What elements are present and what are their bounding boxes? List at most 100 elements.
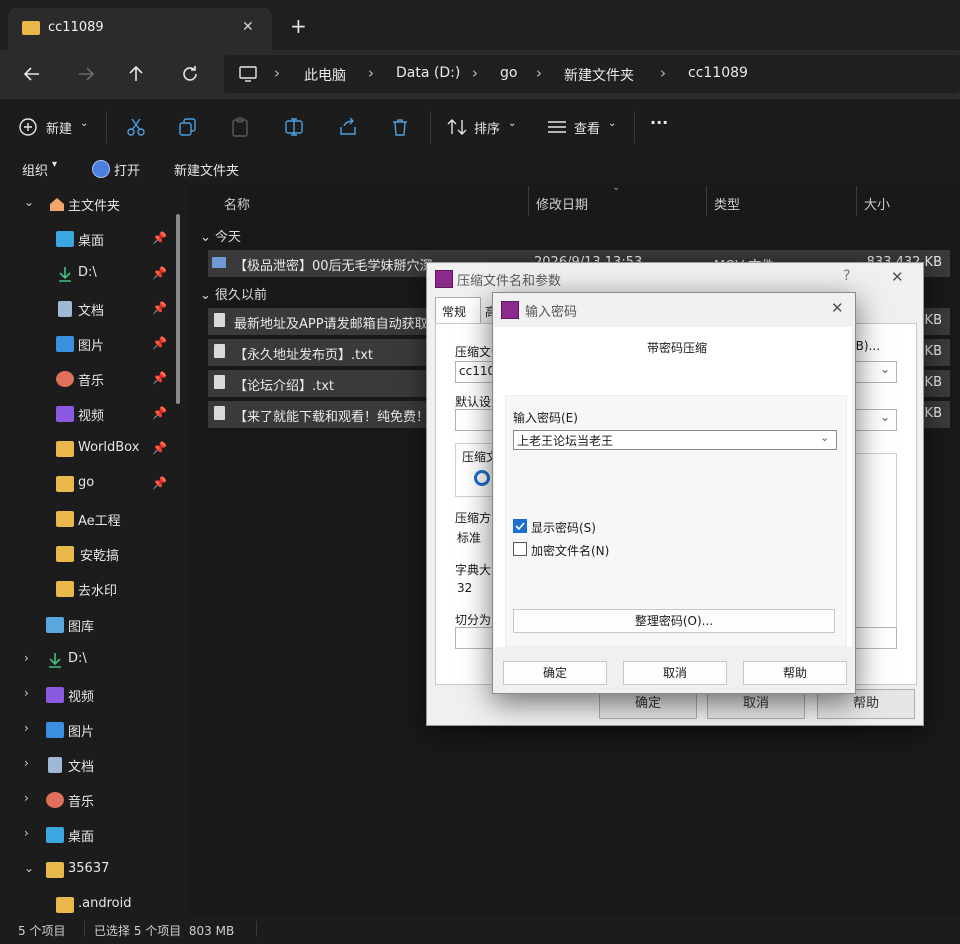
pin-icon: 📌 <box>152 266 167 280</box>
close-button[interactable]: ✕ <box>891 268 904 286</box>
chevron-right-icon: › <box>274 64 280 82</box>
view-button[interactable]: 查看 ⌄ <box>546 115 626 139</box>
nav-item-pictures[interactable]: 图片 📌 <box>0 327 180 361</box>
breadcrumb-item[interactable]: 新建文件夹 <box>564 65 634 85</box>
new-tab-button[interactable]: + <box>290 14 307 38</box>
command-bar: 新建 ⌄ 排序 ⌄ 查看 ⌄ ··· <box>0 98 960 155</box>
column-header-date[interactable]: 修改日期 <box>536 194 588 213</box>
breadcrumb-item[interactable]: cc11089 <box>688 65 748 81</box>
up-button[interactable] <box>124 62 148 86</box>
password-input[interactable]: 上老王论坛当老王 ⌄ <box>513 430 837 450</box>
nav-item-documents[interactable]: 文档 📌 <box>0 292 180 326</box>
nav-item-worldbox[interactable]: WorldBox 📌 <box>0 432 180 466</box>
nav-item-music-2[interactable]: › 音乐 <box>0 783 180 817</box>
new-label: 新建 <box>46 122 73 137</box>
nav-item-label: 图片 <box>78 339 105 354</box>
new-folder-button[interactable]: 新建文件夹 <box>174 160 239 179</box>
nav-item-watermark[interactable]: 去水印 <box>0 572 180 606</box>
arrow-left-icon <box>23 67 39 81</box>
close-tab-button[interactable]: ✕ <box>242 19 254 35</box>
paste-button[interactable] <box>230 117 250 137</box>
show-password-checkbox[interactable] <box>513 519 527 533</box>
nav-item-documents-2[interactable]: › 文档 <box>0 748 180 782</box>
back-button[interactable] <box>20 62 44 86</box>
manage-passwords-button[interactable]: 整理密码(O)... <box>513 609 835 633</box>
new-button[interactable]: 新建 ⌄ <box>18 115 98 139</box>
copy-button[interactable] <box>178 117 198 137</box>
column-header-type[interactable]: 类型 <box>714 194 740 213</box>
nav-item-d-drive[interactable]: D:\ 📌 <box>0 257 180 291</box>
cut-button[interactable] <box>126 117 146 137</box>
music-icon <box>56 371 74 387</box>
view-label: 查看 <box>574 122 601 137</box>
nav-item-videos[interactable]: 视频 📌 <box>0 397 180 431</box>
folder-icon <box>46 862 64 878</box>
nav-item-videos-2[interactable]: › 视频 <box>0 678 180 712</box>
nav-item-d-drive-2[interactable]: › D:\ <box>0 643 180 677</box>
split-label: 切分为 <box>455 613 492 627</box>
method-value[interactable]: 标准 <box>457 529 481 546</box>
more-options-button[interactable]: ··· <box>650 113 668 132</box>
radio-rar[interactable] <box>474 470 490 486</box>
tab-current[interactable]: cc11089 ✕ <box>8 8 272 50</box>
nav-item-label: 图库 <box>68 620 95 635</box>
chevron-down-icon: ⌄ <box>24 195 35 209</box>
nav-item-label: 文档 <box>78 304 105 319</box>
encrypt-names-checkbox[interactable] <box>513 542 527 556</box>
nav-item-label: D:\ <box>78 265 97 280</box>
breadcrumb-item[interactable]: Data (D:) <box>396 65 460 81</box>
nav-item-label: 视频 <box>68 690 95 705</box>
group-header-long-ago[interactable]: ⌄ 很久以前 <box>200 284 267 303</box>
chevron-right-icon: › <box>24 826 29 840</box>
nav-item-label: 音乐 <box>78 374 105 389</box>
close-button[interactable]: ✕ <box>831 299 844 317</box>
help-icon[interactable]: ? <box>843 268 850 284</box>
nav-item-anqian[interactable]: 安乾搞 <box>0 537 180 571</box>
winrar-icon <box>501 301 519 319</box>
nav-item-gallery[interactable]: 图库 <box>0 608 180 642</box>
column-header-size[interactable]: 大小 <box>864 194 890 213</box>
nav-item-pictures-2[interactable]: › 图片 <box>0 713 180 747</box>
help-button[interactable]: 帮助 <box>743 661 847 685</box>
context-bar: 组织 ▾ 打开 新建文件夹 <box>0 154 960 184</box>
document-icon <box>58 301 72 317</box>
address-bar[interactable]: › 此电脑 › Data (D:) › go › 新建文件夹 › cc11089 <box>224 55 960 93</box>
refresh-button[interactable] <box>178 62 202 86</box>
rename-button[interactable] <box>284 117 304 137</box>
nav-item-music[interactable]: 音乐 📌 <box>0 362 180 396</box>
nav-item-ae[interactable]: Ae工程 <box>0 502 180 536</box>
forward-button[interactable] <box>74 62 98 86</box>
sort-button[interactable]: 排序 ⌄ <box>446 115 526 139</box>
open-icon <box>92 160 110 178</box>
group-header-today[interactable]: ⌄ 今天 <box>200 226 241 245</box>
folder-icon <box>56 546 74 562</box>
nav-item-label: 桌面 <box>68 830 95 845</box>
breadcrumb-item[interactable]: 此电脑 <box>304 65 346 85</box>
folder-icon <box>56 476 74 492</box>
nav-item-desktop-2[interactable]: › 桌面 <box>0 818 180 852</box>
nav-item-label: Ae工程 <box>78 514 121 529</box>
desktop-icon <box>56 231 74 247</box>
dialog-title: 压缩文件名和参数 <box>457 274 562 289</box>
tab-general[interactable]: 常规 <box>435 297 481 324</box>
breadcrumb-item[interactable]: go <box>500 65 517 81</box>
cancel-button[interactable]: 取消 <box>623 661 727 685</box>
chevron-down-icon: ▾ <box>52 159 58 170</box>
pin-icon: 📌 <box>152 336 167 350</box>
nav-item-desktop[interactable]: 桌面 📌 <box>0 222 180 256</box>
ok-button[interactable]: 确定 <box>503 661 607 685</box>
column-header-name[interactable]: 名称 <box>224 194 250 213</box>
nav-item-35637[interactable]: ⌄ 35637 <box>0 853 180 887</box>
chevron-down-icon: ⌄ <box>880 362 891 376</box>
nav-item-home[interactable]: ⌄ 主文件夹 <box>0 187 180 221</box>
sort-icon <box>447 119 467 135</box>
delete-button[interactable] <box>390 117 410 137</box>
pin-icon: 📌 <box>152 406 167 420</box>
nav-item-go[interactable]: go 📌 <box>0 467 180 501</box>
file-name: 【论坛介绍】.txt <box>234 379 335 394</box>
dict-value[interactable]: 32 <box>457 581 472 595</box>
organize-button[interactable]: 组织 <box>22 160 48 179</box>
open-button[interactable]: 打开 <box>92 159 152 179</box>
share-button[interactable] <box>338 117 358 137</box>
selection-info: 已选择 5 个项目 803 MB <box>94 924 235 938</box>
